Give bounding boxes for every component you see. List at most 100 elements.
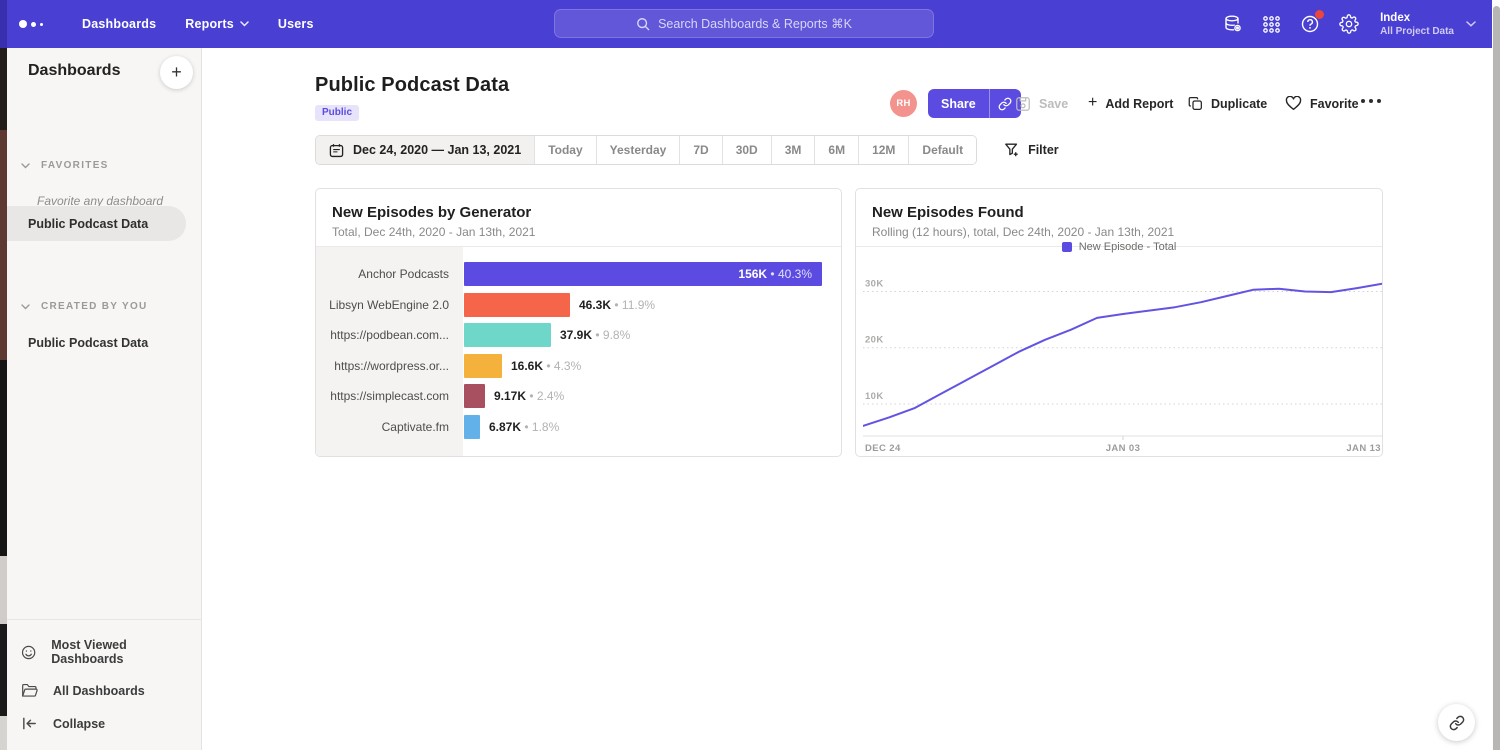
bar	[464, 384, 485, 408]
sidebar-title: Dashboards	[28, 62, 120, 80]
sidebar-section-favorites[interactable]: FAVORITES	[7, 160, 201, 171]
x-axis-tick-label: JAN 03	[1106, 443, 1141, 454]
date-preset-3m[interactable]: 3M	[771, 136, 815, 164]
date-preset-7d[interactable]: 7D	[679, 136, 721, 164]
workspace-subtitle: All Project Data	[1380, 25, 1454, 38]
date-toolbar: Dec 24, 2020 — Jan 13, 2021 TodayYesterd…	[315, 135, 1059, 165]
date-preset-12m[interactable]: 12M	[858, 136, 908, 164]
date-preset-default[interactable]: Default	[908, 136, 976, 164]
page-scrollbar	[1492, 0, 1500, 750]
date-preset-6m[interactable]: 6M	[814, 136, 858, 164]
link-icon	[998, 97, 1012, 111]
sidebar-item-public-podcast-data[interactable]: Public Podcast Data	[28, 336, 148, 350]
search-input[interactable]: Search Dashboards & Reports ⌘K	[554, 9, 934, 38]
chart-title: New Episodes by Generator	[332, 204, 825, 221]
smiley-icon	[21, 644, 36, 661]
sidebar-item-public-podcast-data-active[interactable]: Public Podcast Data	[7, 206, 186, 241]
nav-item-reports[interactable]: Reports	[185, 17, 249, 31]
all-dashboards-button[interactable]: All Dashboards	[7, 674, 201, 707]
top-nav: Dashboards Reports Users Search Dashboar…	[0, 0, 1500, 48]
heart-icon	[1285, 96, 1302, 111]
page-title: Public Podcast Data	[315, 74, 509, 97]
chevron-down-icon	[1466, 21, 1476, 27]
desktop-edge-sliver	[0, 0, 7, 750]
more-options-button[interactable]	[1361, 99, 1381, 103]
save-icon	[1015, 96, 1031, 112]
calendar-icon	[329, 143, 344, 158]
bar-category-label: https://simplecast.com	[316, 381, 463, 412]
nav-item-dashboards[interactable]: Dashboards	[82, 17, 156, 31]
bar-value-label: 16.6K • 4.3%	[511, 351, 581, 382]
search-icon	[636, 17, 650, 31]
add-report-button[interactable]: + Add Report	[1088, 89, 1173, 118]
funnel-plus-icon	[1004, 142, 1020, 158]
share-split-button: Share	[928, 89, 1021, 118]
duplicate-button[interactable]: Duplicate	[1188, 89, 1267, 118]
mode-logo-icon[interactable]	[19, 20, 53, 28]
bar-row: Libsyn WebEngine 2.046.3K • 11.9%	[316, 290, 833, 321]
folder-icon	[21, 682, 38, 699]
bar-value-label: 6.87K • 1.8%	[489, 412, 559, 443]
nav-item-users[interactable]: Users	[278, 17, 314, 31]
bar-row: https://simplecast.com9.17K • 2.4%	[316, 381, 833, 412]
bar-chart: Anchor Podcasts156K • 40.3%Libsyn WebEng…	[316, 259, 833, 443]
avatar[interactable]: RH	[890, 90, 917, 117]
copy-icon	[1188, 96, 1203, 111]
card-new-episodes-found: New Episodes Found Rolling (12 hours), t…	[855, 188, 1383, 457]
notification-badge	[1315, 10, 1324, 19]
bar-category-label: Libsyn WebEngine 2.0	[316, 290, 463, 321]
bar-row: Captivate.fm 6.87K • 1.8%	[316, 412, 833, 443]
line-chart: 10K20K30KDEC 24JAN 03JAN 13	[863, 269, 1383, 455]
floating-link-button[interactable]	[1438, 704, 1475, 741]
card-header: New Episodes by Generator Total, Dec 24t…	[316, 189, 841, 247]
sidebar: Dashboards + FAVORITES Favorite any dash…	[7, 48, 202, 750]
date-range-picker[interactable]: Dec 24, 2020 — Jan 13, 2021	[316, 136, 534, 164]
date-preset-30d[interactable]: 30D	[722, 136, 771, 164]
date-preset-today[interactable]: Today	[534, 136, 595, 164]
link-icon	[1449, 715, 1465, 731]
chevron-down-icon	[21, 163, 30, 169]
bar	[464, 293, 570, 317]
share-button[interactable]: Share	[928, 89, 990, 118]
apps-grid-icon[interactable]	[1262, 15, 1281, 34]
bar	[464, 415, 480, 439]
database-icon[interactable]	[1223, 14, 1243, 34]
legend-label: New Episode - Total	[1079, 241, 1177, 253]
favorite-button[interactable]: Favorite	[1285, 89, 1359, 118]
chart-title: New Episodes Found	[872, 204, 1366, 221]
x-axis-tick-label: JAN 13	[1346, 443, 1381, 454]
collapse-icon	[21, 715, 38, 732]
bar	[464, 354, 502, 378]
sidebar-section-created-by-you[interactable]: CREATED BY YOU	[7, 301, 201, 312]
most-viewed-dashboards-button[interactable]: Most Viewed Dashboards	[7, 630, 201, 674]
collapse-sidebar-button[interactable]: Collapse	[7, 707, 201, 740]
chevron-down-icon	[240, 21, 249, 27]
filter-button[interactable]: Filter	[1004, 142, 1059, 158]
save-button[interactable]: Save	[1015, 89, 1068, 118]
chart-legend: New Episode - Total	[856, 241, 1382, 253]
bar-category-label: Captivate.fm	[316, 412, 463, 443]
gear-icon[interactable]	[1339, 14, 1359, 34]
x-axis-tick-label: DEC 24	[865, 443, 901, 454]
workspace-switcher[interactable]: Index All Project Data	[1380, 11, 1476, 38]
card-header: New Episodes Found Rolling (12 hours), t…	[856, 189, 1382, 247]
chevron-down-icon	[21, 304, 30, 310]
y-axis-tick-label: 20K	[865, 335, 884, 346]
help-icon[interactable]	[1300, 14, 1320, 34]
card-new-episodes-by-generator: New Episodes by Generator Total, Dec 24t…	[315, 188, 842, 457]
date-range-control: Dec 24, 2020 — Jan 13, 2021 TodayYesterd…	[315, 135, 977, 165]
y-axis-tick-label: 10K	[865, 391, 884, 402]
sidebar-footer: Most Viewed Dashboards All Dashboards Co…	[7, 619, 201, 750]
line-series	[863, 284, 1383, 426]
date-range-label: Dec 24, 2020 — Jan 13, 2021	[353, 143, 521, 157]
bar-value-label: 156K • 40.3%	[464, 259, 812, 290]
chart-subtitle: Rolling (12 hours), total, Dec 24th, 202…	[872, 225, 1366, 239]
date-preset-yesterday[interactable]: Yesterday	[596, 136, 680, 164]
visibility-badge: Public	[315, 105, 359, 121]
scrollbar-thumb[interactable]	[1493, 6, 1500, 750]
workspace-name: Index	[1380, 11, 1454, 25]
bar-category-label: https://wordpress.or...	[316, 351, 463, 382]
bar-category-label: https://podbean.com...	[316, 320, 463, 351]
bar-row: Anchor Podcasts156K • 40.3%	[316, 259, 833, 290]
new-dashboard-button[interactable]: +	[160, 56, 193, 89]
